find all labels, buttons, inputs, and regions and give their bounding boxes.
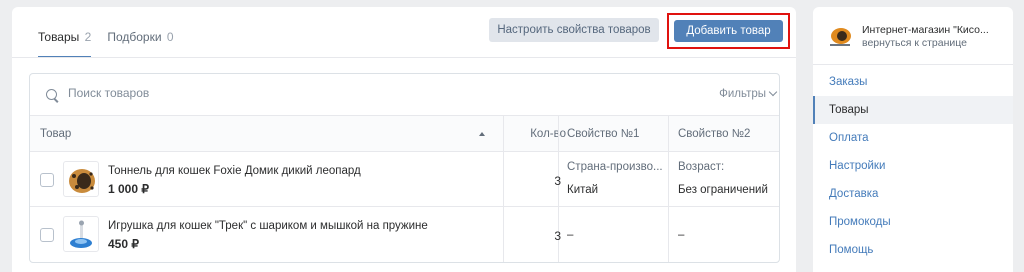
tab-products-count: 2 [84,30,92,44]
property-2-value: – [678,229,685,241]
products-panel: Товары 2 Подборки 0 Настроить свойства т… [12,7,796,272]
tab-collections-count: 0 [166,30,174,44]
table-row[interactable]: Игрушка для кошек "Трек" с шариком и мыш… [30,208,779,262]
search-icon [46,89,57,100]
table-header: Товар Кол-во Свойство №1 Свойство №2 [30,116,779,152]
product-qty: 3 [554,229,561,243]
sidebar-item-settings[interactable]: Настройки [813,152,1013,180]
filters-label: Фильтры [719,88,766,100]
header-divider [12,57,796,58]
column-header-property-2[interactable]: Свойство №2 [678,116,750,152]
property-1-value: – [567,229,574,241]
sidebar-item-help[interactable]: Помощь [813,236,1013,264]
product-thumbnail-toy[interactable] [63,216,99,252]
configure-properties-button[interactable]: Настроить свойства товаров [489,18,659,42]
shop-name[interactable]: Интернет-магазин "Кисо... [862,24,1002,37]
shop-sidebar: Интернет-магазин "Кисо... вернуться к ст… [813,7,1013,272]
sidebar-item-orders[interactable]: Заказы [813,68,1013,96]
product-name[interactable]: Игрушка для кошек "Трек" с шариком и мыш… [108,220,428,232]
sidebar-item-payment[interactable]: Оплата [813,124,1013,152]
shop-logo [827,24,853,50]
tab-collections[interactable]: Подборки 0 [107,30,173,44]
back-to-page-link[interactable]: вернуться к странице [862,37,1002,50]
column-header-property-1[interactable]: Свойство №1 [567,116,639,152]
products-table: Фильтры Товар Кол-во Свойство №1 Свойств… [29,73,780,263]
product-name[interactable]: Тоннель для кошек Foxie Домик дикий леоп… [108,165,361,177]
product-qty: 3 [554,174,561,188]
shop-header[interactable]: Интернет-магазин "Кисо... вернуться к ст… [827,24,1002,50]
tab-collections-label: Подборки [107,30,162,44]
property-2-value: Без ограничений [678,184,768,196]
property-2-label: Возраст: [678,161,725,173]
chevron-down-icon [768,87,778,97]
shop-text: Интернет-магазин "Кисо... вернуться к ст… [862,24,1002,50]
row-checkbox[interactable] [40,173,54,187]
sidebar-item-products[interactable]: Товары [813,96,1013,124]
tabs: Товары 2 Подборки 0 [38,30,190,58]
add-product-button[interactable]: Добавить товар [674,20,783,42]
table-row[interactable]: Тоннель для кошек Foxie Домик дикий леоп… [30,153,779,207]
search-input[interactable] [68,86,468,100]
sidebar-item-promocodes[interactable]: Промокоды [813,208,1013,236]
highlight-frame: Добавить товар [667,13,790,49]
sort-ascending-icon[interactable] [479,132,485,136]
property-1-label: Страна-произво... [567,161,663,173]
product-thumbnail-tunnel[interactable] [63,161,99,197]
filters-dropdown[interactable]: Фильтры [719,87,778,100]
search-bar: Фильтры [30,74,779,116]
column-header-product[interactable]: Товар [40,116,71,152]
tab-products[interactable]: Товары 2 [38,30,92,58]
tab-products-label: Товары [38,30,80,44]
sidebar-menu: Заказы Товары Оплата Настройки Доставка … [813,68,1013,264]
row-checkbox[interactable] [40,228,54,242]
sidebar-item-delivery[interactable]: Доставка [813,180,1013,208]
property-1-value: Китай [567,184,599,196]
product-price: 1 000 ₽ [108,182,149,196]
product-price: 450 ₽ [108,237,139,251]
sidebar-divider [813,64,1013,65]
